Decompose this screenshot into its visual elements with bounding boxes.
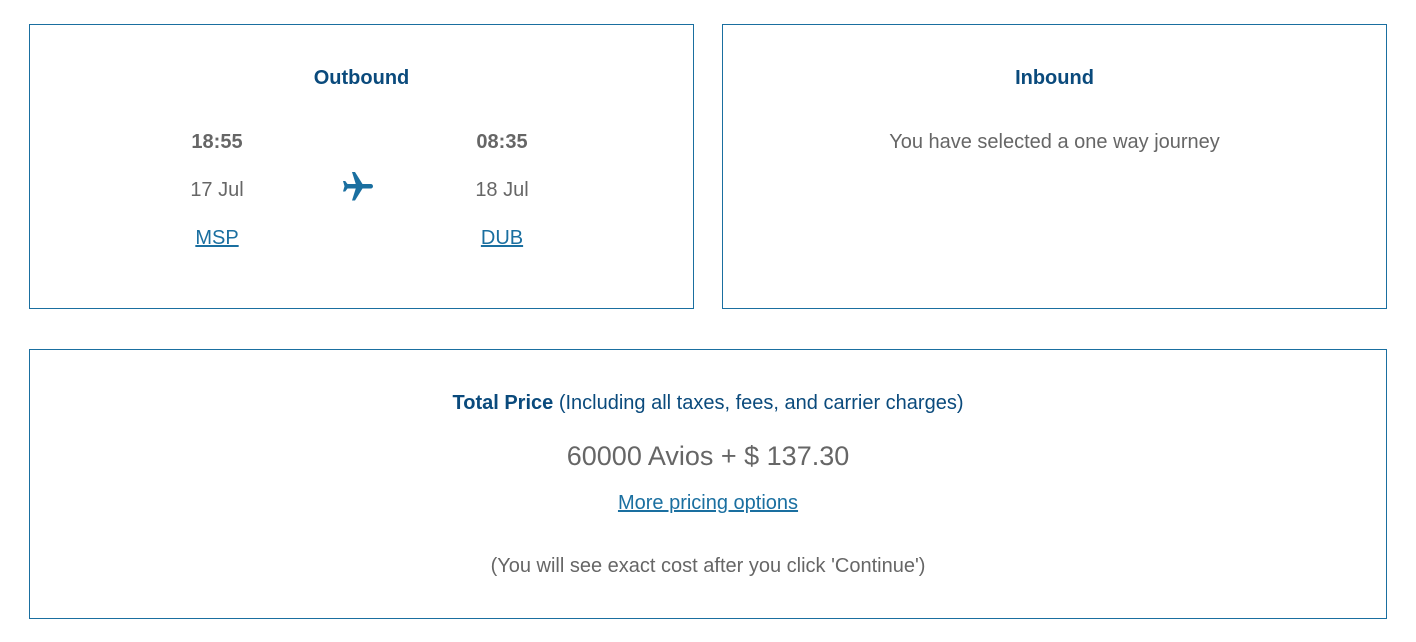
more-pricing-options-link[interactable]: More pricing options (618, 492, 798, 514)
departure-date: 17 Jul (190, 179, 244, 201)
price-panel: Total Price (Including all taxes, fees, … (29, 349, 1387, 619)
total-price-title: Total Price (452, 392, 554, 414)
exact-cost-note: (You will see exact cost after you click… (490, 555, 926, 577)
total-price-value: 60000 Avios + $ 137.30 (566, 441, 850, 471)
arrival-column: 08:35 18 Jul DUB (422, 25, 582, 310)
outbound-heading: Outbound (313, 67, 410, 89)
one-way-message: You have selected a one way journey (889, 131, 1220, 153)
more-pricing-options-row: More pricing options (30, 492, 1386, 515)
inbound-panel: Inbound You have selected a one way jour… (722, 24, 1387, 309)
total-price-label: Total Price (Including all taxes, fees, … (30, 392, 1386, 415)
departure-airport-link[interactable]: MSP (137, 227, 297, 250)
inbound-heading: Inbound (1015, 67, 1094, 89)
departure-time: 18:55 (191, 131, 243, 153)
arrival-date: 18 Jul (475, 179, 529, 201)
outbound-panel: Outbound 18:55 17 Jul MSP 08:35 18 Jul D… (29, 24, 694, 309)
plane-icon (343, 172, 373, 201)
total-price-detail: (Including all taxes, fees, and carrier … (553, 392, 964, 414)
departure-column: 18:55 17 Jul MSP (137, 25, 297, 310)
arrival-airport-link[interactable]: DUB (422, 227, 582, 250)
arrival-time: 08:35 (476, 131, 528, 153)
